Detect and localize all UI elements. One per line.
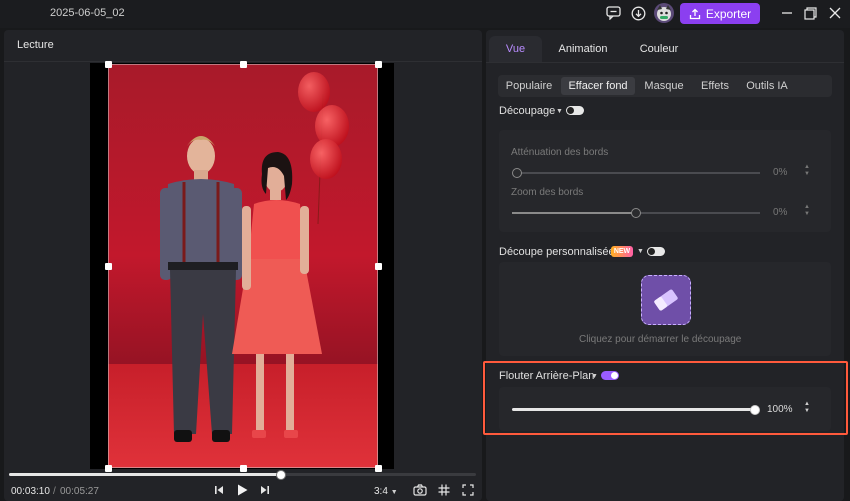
resize-handle-left[interactable] [105,263,112,270]
blur-slider-fill[interactable] [512,408,754,411]
tab-divider [486,62,844,63]
new-badge: NEW [611,246,633,257]
aspect-ratio-select[interactable]: 3:4 ▼ [374,486,398,497]
edge-fade-stepper[interactable]: ▲ ▼ [804,164,810,178]
edge-zoom-slider-knob[interactable] [631,208,641,218]
blur-background-label: Flouter Arrière-Plan [499,370,595,382]
resize-handle-bottom-right[interactable] [375,465,382,472]
video-preview[interactable] [108,64,378,468]
custom-cutout-toggle[interactable] [647,247,665,256]
eraser-icon[interactable] [641,275,691,325]
total-time: 00:05:27 [60,486,99,497]
previous-frame-icon[interactable] [212,483,226,497]
tab-animation[interactable]: Animation [552,36,614,62]
play-icon[interactable] [235,483,249,497]
chevron-down-icon[interactable]: ▼ [591,373,598,380]
edge-zoom-label: Zoom des bords [511,187,584,198]
progress-knob[interactable] [276,470,286,480]
next-frame-icon[interactable] [258,483,272,497]
custom-cutout-label: Découpe personnalisée [499,246,615,258]
resize-handle-top-right[interactable] [375,61,382,68]
subtab-masque[interactable]: Masque [640,77,688,95]
close-icon[interactable] [826,4,844,22]
maximize-icon[interactable] [801,4,819,22]
edge-fade-value[interactable]: 0% [773,167,787,178]
aspect-ratio-value: 3:4 [374,486,388,497]
time-separator: / [53,486,56,497]
resize-handle-bottom[interactable] [240,465,247,472]
blur-background-toggle[interactable] [601,371,619,380]
blur-value[interactable]: 100% [767,404,793,415]
edge-zoom-slider-fill [512,212,635,214]
chevron-down-icon: ▼ [390,489,398,496]
blur-slider-knob[interactable] [750,405,760,415]
fullscreen-icon[interactable] [460,483,476,497]
decoupage-label: Découpage [499,105,556,117]
resize-handle-bottom-left[interactable] [105,465,112,472]
decoupage-toggle[interactable] [566,106,584,115]
export-label: Exporter [705,6,752,21]
edge-fade-label: Atténuation des bords [511,147,609,158]
tab-couleur[interactable]: Couleur [630,36,688,62]
grid-icon[interactable] [436,483,452,497]
resize-handle-top[interactable] [240,61,247,68]
chevron-down-icon[interactable]: ▼ [556,108,563,115]
export-button[interactable]: Exporter [680,3,760,24]
edge-zoom-stepper[interactable]: ▲ ▼ [804,204,810,218]
resize-handle-right[interactable] [375,263,382,270]
edge-zoom-value[interactable]: 0% [773,207,787,218]
export-upload-icon [689,8,700,19]
edge-fade-slider-knob[interactable] [512,168,522,178]
tab-vue[interactable]: Vue [489,36,542,62]
snapshot-camera-icon[interactable] [412,483,428,497]
resize-handle-top-left[interactable] [105,61,112,68]
chevron-down-icon[interactable]: ▼ [637,248,644,255]
minimize-icon[interactable] [778,4,796,22]
player-title: Lecture [17,39,54,51]
edge-fade-slider-track[interactable] [516,172,760,174]
current-time: 00:03:10 [11,486,50,497]
subtab-populaire[interactable]: Populaire [503,77,555,95]
download-icon[interactable] [629,4,647,22]
avatar[interactable] [654,3,674,23]
feedback-icon[interactable] [604,4,622,22]
blur-stepper[interactable]: ▲ ▼ [804,401,810,415]
custom-cutout-hint: Cliquez pour démarrer le découpage [579,334,742,345]
subtab-effets[interactable]: Effets [696,77,734,95]
subtab-outils-ia[interactable]: Outils IA [740,77,794,95]
progress-fill [9,473,280,476]
player-header [4,30,482,62]
subtab-effacer-fond[interactable]: Effacer fond [561,77,635,95]
project-title: 2025-06-05_02 [50,7,125,19]
